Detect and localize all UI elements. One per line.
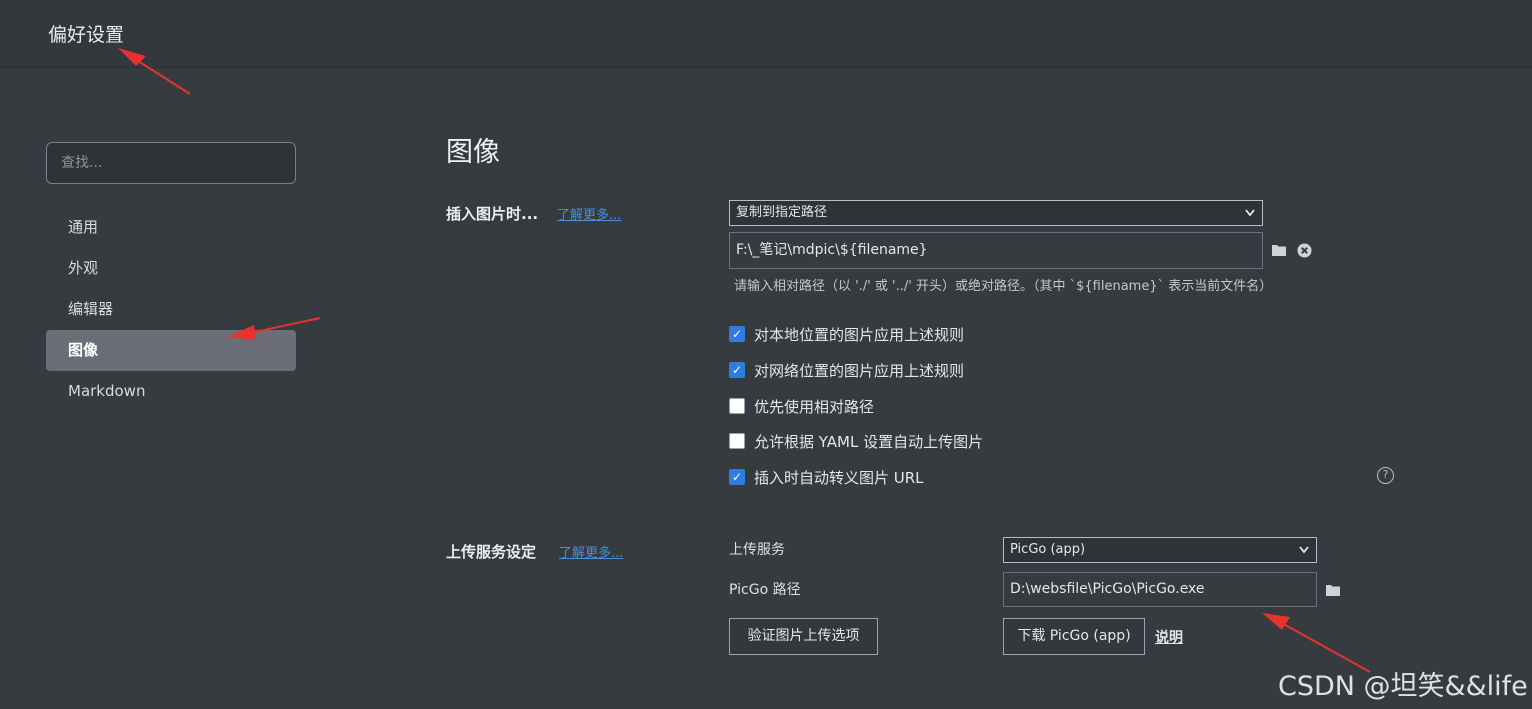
sidebar-nav: 通用 外观 编辑器 图像 Markdown bbox=[46, 207, 296, 412]
checkbox-prefer-relative[interactable]: 优先使用相对路径 bbox=[729, 396, 874, 416]
download-picgo-button[interactable]: 下载 PicGo (app) bbox=[1003, 618, 1145, 655]
folder-icon[interactable] bbox=[1271, 243, 1287, 260]
sidebar-item-appearance[interactable]: 外观 bbox=[46, 248, 296, 289]
insert-section-label: 插入图片时... bbox=[446, 205, 539, 223]
clear-icon[interactable] bbox=[1297, 243, 1312, 261]
upload-service-label: 上传服务 bbox=[729, 542, 785, 558]
checkbox-label: 对本地位置的图片应用上述规则 bbox=[754, 325, 965, 344]
help-icon[interactable]: ? bbox=[1377, 467, 1394, 484]
upload-section-label: 上传服务设定 bbox=[446, 543, 537, 561]
checkbox-apply-network[interactable]: ✓ 对网络位置的图片应用上述规则 bbox=[729, 360, 964, 380]
image-path-input[interactable]: F:\_笔记\mdpic\${filename} bbox=[729, 232, 1263, 269]
picgo-path-label: PicGo 路径 bbox=[729, 582, 801, 598]
path-hint-text: 请输入相对路径（以 './' 或 '../' 开头）或绝对路径。（其中 `${f… bbox=[734, 279, 1273, 294]
search-input[interactable] bbox=[46, 142, 296, 184]
upload-service-select[interactable]: PicGo (app) bbox=[1003, 537, 1317, 563]
verify-upload-button[interactable]: 验证图片上传选项 bbox=[729, 618, 878, 655]
insert-action-value: 复制到指定路径 bbox=[736, 205, 828, 220]
upload-service-value: PicGo (app) bbox=[1010, 542, 1086, 557]
checkbox-checked[interactable]: ✓ bbox=[729, 326, 745, 342]
checkbox-unchecked[interactable] bbox=[729, 398, 745, 414]
window-title: 偏好设置 bbox=[48, 24, 125, 46]
sidebar-item-general[interactable]: 通用 bbox=[46, 207, 296, 248]
insert-learn-more-link[interactable]: 了解更多... bbox=[557, 204, 621, 223]
folder-icon[interactable] bbox=[1325, 583, 1341, 600]
checkbox-yaml-upload[interactable]: 允许根据 YAML 设置自动上传图片 bbox=[729, 431, 983, 451]
checkbox-label: 优先使用相对路径 bbox=[754, 397, 875, 416]
picgo-path-input[interactable]: D:\websfile\PicGo\PicGo.exe bbox=[1003, 572, 1317, 607]
sidebar-item-image[interactable]: 图像 bbox=[46, 330, 296, 371]
checkbox-checked[interactable]: ✓ bbox=[729, 469, 745, 485]
watermark: CSDN @坦笑&&life bbox=[1278, 671, 1528, 702]
checkbox-unchecked[interactable] bbox=[729, 433, 745, 449]
checkbox-label: 允许根据 YAML 设置自动上传图片 bbox=[754, 432, 984, 451]
insert-action-select[interactable]: 复制到指定路径 bbox=[729, 200, 1263, 226]
checkbox-apply-local[interactable]: ✓ 对本地位置的图片应用上述规则 bbox=[729, 324, 964, 344]
page-title: 图像 bbox=[446, 137, 500, 168]
checkbox-checked[interactable]: ✓ bbox=[729, 362, 745, 378]
checkbox-label: 插入时自动转义图片 URL bbox=[754, 468, 924, 487]
chevron-down-icon bbox=[1298, 538, 1310, 570]
sidebar-item-editor[interactable]: 编辑器 bbox=[46, 289, 296, 330]
sidebar-item-markdown[interactable]: Markdown bbox=[46, 371, 296, 412]
checkbox-escape-url[interactable]: ✓ 插入时自动转义图片 URL bbox=[729, 467, 924, 487]
title-bar: 偏好设置 bbox=[0, 0, 1532, 68]
checkbox-label: 对网络位置的图片应用上述规则 bbox=[754, 361, 965, 380]
upload-learn-more-link[interactable]: 了解更多... bbox=[559, 542, 623, 561]
explain-link[interactable]: 说明 bbox=[1155, 627, 1183, 647]
chevron-down-icon bbox=[1244, 201, 1256, 233]
